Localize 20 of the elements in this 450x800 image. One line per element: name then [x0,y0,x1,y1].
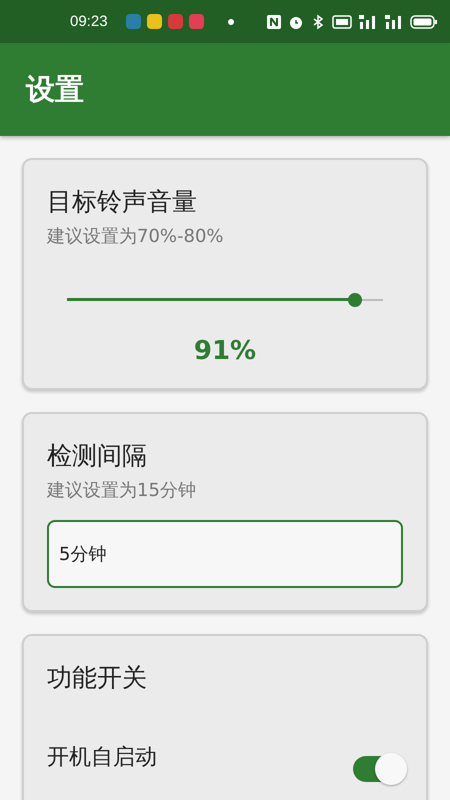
card-hint: 建议设置为15分钟 [47,479,197,502]
notification-app-icon [146,14,162,29]
card-title: 检测间隔 [47,440,148,472]
notification-dot-icon [228,18,234,24]
hd-icon [332,14,352,28]
status-time: 09:23 [70,13,108,30]
card-title: 目标铃声音量 [47,186,198,218]
volume-reading: 91% [192,336,258,366]
card-title: 功能开关 [47,662,148,694]
interval-input-field[interactable]: 5分钟 [47,520,403,588]
notification-app-icon [126,14,141,29]
card-hint: 建议设置为70%-80% [47,225,225,248]
nfc-icon [266,14,282,30]
battery-icon [410,14,438,28]
notification-app-icon [188,14,204,29]
signal-icon [384,14,404,30]
switch-label: 开机自启动 [47,744,157,772]
page-title: 设置 [26,70,84,108]
signal-icon [358,14,378,30]
notification-app-icon [168,14,183,29]
